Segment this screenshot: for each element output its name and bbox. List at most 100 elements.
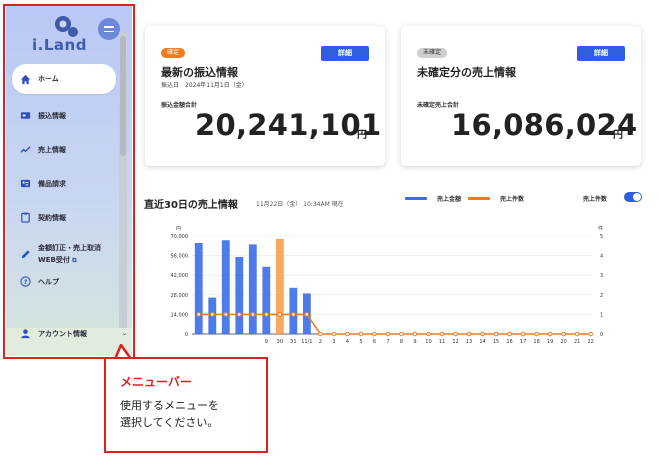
right-axis-unit: 件 [598, 225, 603, 232]
bar [275, 238, 284, 334]
transfer-detail-button[interactable]: 詳細 [321, 46, 369, 61]
count-point [318, 331, 323, 337]
count-point [223, 312, 229, 317]
card-title: 最新の振込情報 [161, 66, 238, 79]
count-point [574, 331, 580, 337]
x-tick-label: 9 [413, 339, 416, 345]
count-point [439, 331, 445, 337]
y2-tick-label: 3 [600, 273, 603, 279]
count-point [466, 331, 472, 337]
x-tick-label: 16 [506, 339, 512, 345]
x-tick-label: 3 [332, 339, 335, 345]
sales-detail-button[interactable]: 詳細 [577, 46, 625, 61]
unconfirmed-sales-card: 未確定 詳細 未確定分の売上情報 未確定売上合計 16,086,024 円 [401, 26, 641, 166]
unconfirmed-amount: 16,086,024 [451, 108, 638, 142]
x-tick-label: 10 [425, 339, 431, 345]
bar [221, 240, 230, 334]
count-point [534, 331, 539, 337]
x-tick-label: 9 [265, 339, 268, 345]
y2-tick-label: 5 [600, 234, 603, 240]
y-tick-label: 28,000 [171, 293, 189, 299]
chart-updated-time: 11月22日（金） 10:34AM 現在 [256, 201, 344, 208]
x-tick-label: 5 [359, 339, 362, 345]
latest-transfer-card: 確定 詳細 最新の振込情報 振込日 2024年11月1日（金） 振込金額合計 2… [145, 26, 385, 166]
count-point [277, 312, 283, 317]
x-tick-label: 21 [574, 339, 580, 345]
x-tick-label: 31 [290, 339, 296, 345]
x-tick-label: 4 [346, 339, 349, 345]
count-point [426, 331, 431, 337]
count-point [520, 331, 526, 337]
status-badge: 未確定 [417, 48, 448, 58]
legend-label: 売上件数 [500, 196, 525, 203]
x-tick-label: 19 [547, 339, 553, 345]
x-tick-label: 22 [587, 339, 593, 345]
legend-sales-count[interactable]: 売上件数 [468, 194, 524, 203]
count-point [345, 331, 350, 337]
y2-tick-label: 4 [600, 254, 603, 260]
x-tick-label: 6 [373, 339, 376, 345]
count-point [588, 331, 593, 337]
legend-sales-amount[interactable]: 売上金額 [405, 194, 461, 203]
x-tick-label: 12 [452, 339, 458, 345]
count-point [412, 331, 418, 337]
transfer-date: 振込日 2024年11月1日（金） [161, 82, 248, 89]
count-point [399, 331, 404, 337]
count-point [547, 331, 553, 337]
count-point [453, 331, 458, 337]
x-tick-label: 11/1 [301, 339, 312, 345]
count-point [331, 331, 337, 337]
legend-swatch [405, 197, 427, 200]
count-point [291, 312, 296, 317]
callout-box: メニューバー 使用するメニューを 選択してください。 [104, 357, 268, 453]
x-tick-label: 8 [400, 339, 403, 345]
y-tick-label: 0 [185, 332, 188, 338]
currency-unit: 円 [613, 130, 623, 141]
y2-tick-label: 2 [600, 293, 603, 299]
y-tick-label: 56,000 [171, 254, 189, 260]
currency-unit: 円 [357, 130, 367, 141]
card-title: 未確定分の売上情報 [417, 66, 516, 79]
callout-body: 使用するメニューを 選択してください。 [120, 397, 219, 431]
x-tick-label: 30 [277, 339, 283, 345]
count-point [264, 312, 269, 317]
y2-tick-label: 0 [600, 332, 603, 338]
count-point [480, 331, 485, 337]
chart-section-title: 直近30日の売上情報 [144, 200, 238, 211]
count-toggle-label: 売上件数 [583, 196, 608, 203]
count-point [493, 331, 499, 337]
count-point [250, 312, 256, 317]
x-tick-label: 11 [439, 339, 445, 345]
count-point [196, 312, 202, 317]
transfer-amount: 20,241,101 [195, 108, 382, 142]
sidebar-highlight-frame [3, 4, 135, 359]
callout-title: メニューバー [120, 375, 192, 389]
x-tick-label: 20 [560, 339, 566, 345]
callout-body-line1: 使用するメニューを [120, 399, 219, 412]
count-point [561, 331, 566, 337]
count-point [358, 331, 364, 337]
count-point [236, 312, 242, 317]
count-point [507, 331, 512, 337]
x-tick-label: 14 [479, 339, 485, 345]
count-line [198, 313, 591, 335]
x-tick-label: 15 [493, 339, 499, 345]
callout-body-line2: 選択してください。 [120, 416, 219, 429]
x-tick-label: 2 [319, 339, 322, 345]
y-tick-label: 42,000 [171, 273, 189, 279]
y-tick-label: 14,000 [171, 312, 189, 318]
x-tick-label: 7 [386, 339, 389, 345]
count-point [304, 312, 310, 317]
x-tick-label: 17 [520, 339, 526, 345]
status-badge: 確定 [161, 48, 186, 58]
left-axis-unit: 円 [176, 226, 181, 232]
bar [248, 244, 257, 334]
y2-tick-label: 1 [600, 312, 603, 318]
sales-chart: 円件70,000 556,000 442,000 328,000 214,000 10 09… [171, 225, 604, 345]
count-toggle-switch[interactable] [624, 192, 642, 202]
y-tick-label: 70,000 [171, 234, 189, 240]
card-amount-label: 振込金額合計 [161, 102, 198, 109]
legend-swatch [468, 197, 490, 200]
legend-label: 売上金額 [437, 196, 462, 203]
bar [262, 266, 271, 334]
